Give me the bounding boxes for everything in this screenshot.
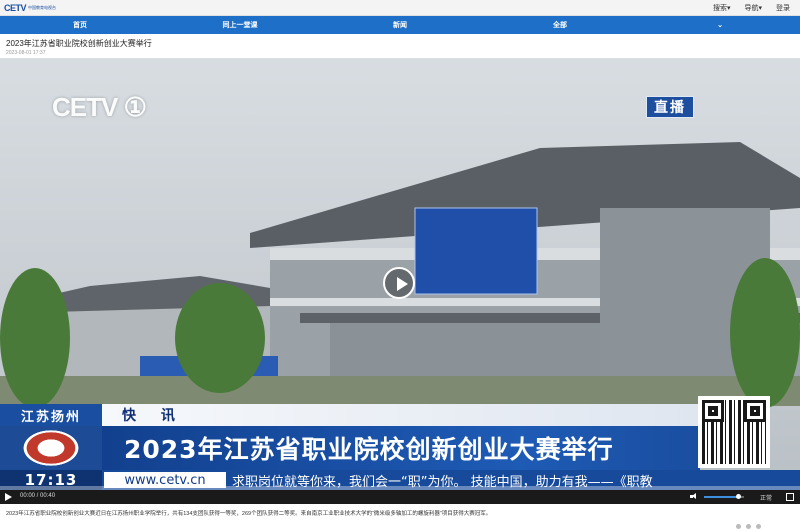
- nav-item-news[interactable]: 新闻: [320, 16, 480, 34]
- article-title: 2023年江苏省职业院校创新创业大赛举行: [6, 39, 152, 48]
- channel-logo: CETV ①: [52, 92, 147, 122]
- play-icon[interactable]: [5, 493, 12, 501]
- article-date: 2023-08-01 17:37: [6, 50, 46, 56]
- player-controls: 00:00 / 00:40 正常: [0, 490, 800, 504]
- time-display: 00:00 / 00:40: [20, 493, 56, 499]
- nav-more-chevron-icon[interactable]: ⌄: [640, 16, 800, 34]
- volume-fill: [704, 496, 738, 498]
- qr-code-icon: [698, 396, 770, 468]
- volume-icon[interactable]: [690, 493, 698, 500]
- logo-mark: CETV: [4, 3, 27, 13]
- login-link[interactable]: 登录: [776, 3, 790, 13]
- share-icon-2[interactable]: [746, 524, 751, 529]
- volume-knob[interactable]: [736, 494, 741, 499]
- guide-menu[interactable]: 导航▾: [744, 3, 762, 13]
- share-icon-1[interactable]: [736, 524, 741, 529]
- video-player[interactable]: CETV ① 直播 江苏扬州 快 讯 2023年江苏省职业院校创新创业大赛举行 …: [0, 58, 800, 504]
- top-bar: CETV 中国教育电视台 搜索▾ 导航▾ 登录: [0, 0, 800, 16]
- main-nav: 首页 同上一堂课 新闻 全部 ⌄: [0, 16, 800, 34]
- tree-left: [0, 268, 70, 408]
- video-headline: 2023年江苏省职业院校创新创业大赛举行: [102, 426, 700, 470]
- tree-mid: [175, 283, 265, 393]
- site-logo[interactable]: CETV 中国教育电视台: [4, 3, 56, 13]
- top-right-menu: 搜索▾ 导航▾ 登录: [713, 3, 790, 13]
- logo-subtitle: 中国教育电视台: [28, 5, 57, 10]
- share-icon-3[interactable]: [756, 524, 761, 529]
- live-badge: 直播: [646, 96, 694, 118]
- nav-item-home[interactable]: 首页: [0, 16, 160, 34]
- fullscreen-icon[interactable]: [786, 493, 794, 501]
- play-overlay-icon[interactable]: [383, 267, 415, 299]
- flash-label: 快 讯: [102, 404, 700, 426]
- search-menu[interactable]: 搜索▾: [713, 3, 731, 13]
- nav-item-same-class[interactable]: 同上一堂课: [160, 16, 320, 34]
- article-caption: 2023年江苏省职业院校创新创业大赛近日在江苏扬州职业学院举行，共有134支团队…: [6, 511, 492, 517]
- location-label: 江苏扬州: [0, 404, 102, 426]
- nav-item-all[interactable]: 全部: [480, 16, 640, 34]
- speed-button[interactable]: 正常: [760, 493, 772, 502]
- xinhua-emblem-icon: [0, 426, 102, 470]
- tree-right: [730, 258, 800, 408]
